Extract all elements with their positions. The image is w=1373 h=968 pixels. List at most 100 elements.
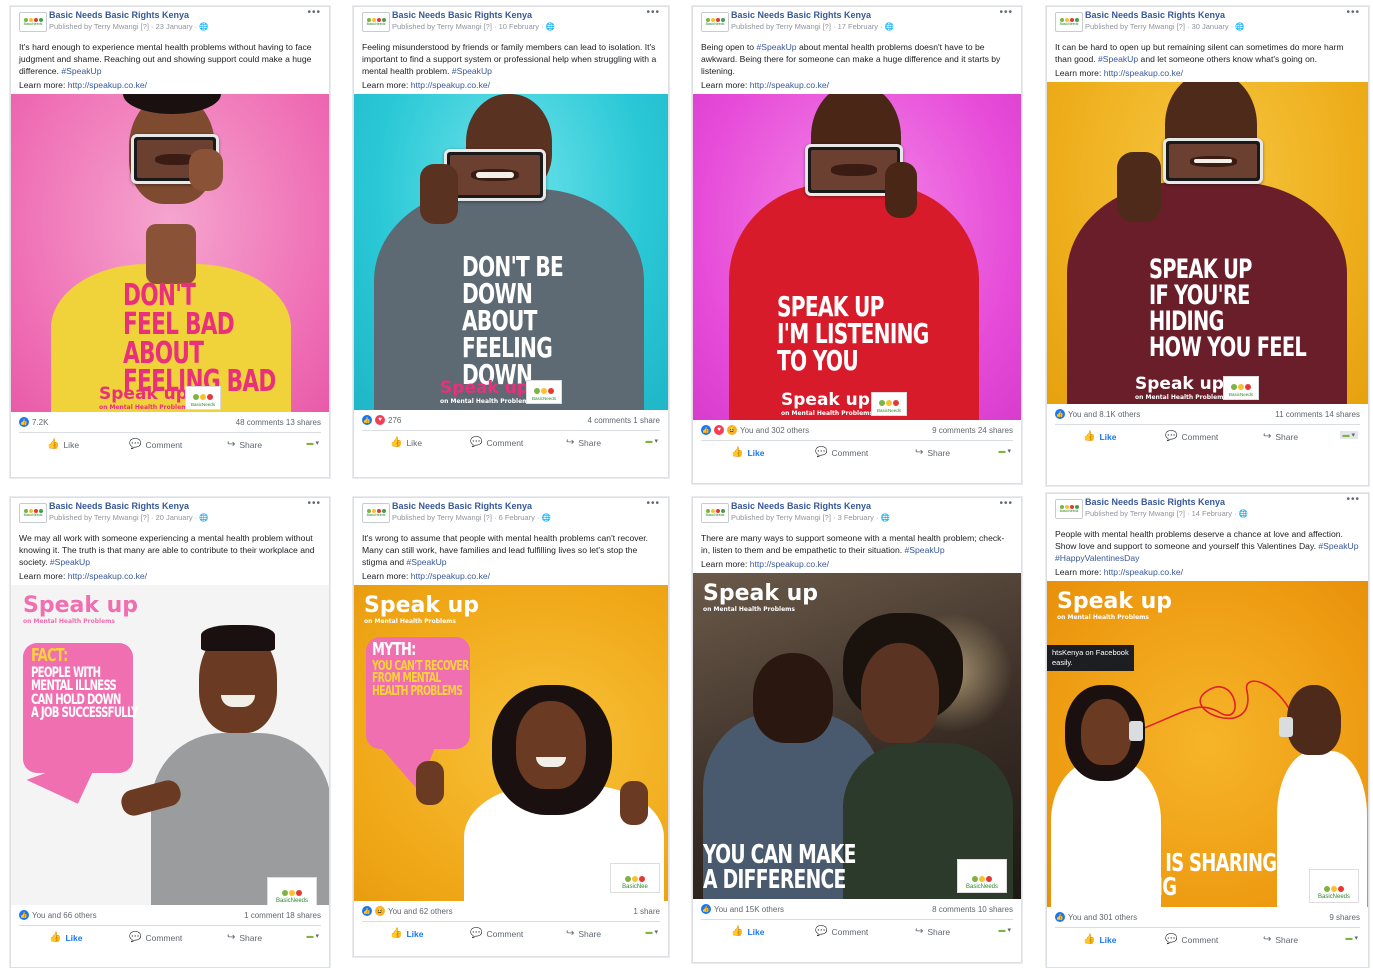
page-name-link[interactable]: Basic Needs Basic Rights Kenya bbox=[392, 10, 532, 20]
page-name-link[interactable]: Basic Needs Basic Rights Kenya bbox=[49, 10, 189, 20]
post-image[interactable]: Speak up on Mental Health Problems YOU CA… bbox=[693, 573, 1021, 899]
comment-button[interactable]: 💬 Comment bbox=[815, 926, 868, 937]
share-icon: ↪ bbox=[227, 439, 236, 450]
comments-shares[interactable]: 8 comments 10 shares bbox=[932, 905, 1013, 914]
comment-button[interactable]: 💬 Comment bbox=[129, 439, 182, 450]
post-meta: Published by Terry Mwangi [?] · 23 Janua… bbox=[49, 22, 209, 31]
page-name-link[interactable]: Basic Needs Basic Rights Kenya bbox=[731, 501, 871, 511]
more-options-icon[interactable]: ••• bbox=[307, 498, 321, 509]
page-name-link[interactable]: Basic Needs Basic Rights Kenya bbox=[49, 501, 189, 511]
hashtag-link[interactable]: #SpeakUp bbox=[902, 545, 945, 555]
page-avatar[interactable]: BasicNeeds bbox=[701, 503, 729, 523]
share-button[interactable]: ↪ Share bbox=[915, 926, 950, 937]
like-button[interactable]: 👍 Like bbox=[731, 447, 764, 458]
comments-shares[interactable]: 1 share bbox=[633, 907, 660, 916]
more-options-icon[interactable]: ••• bbox=[646, 498, 660, 509]
share-button[interactable]: ↪ Share bbox=[227, 439, 262, 450]
reactions-summary[interactable]: 👍 7.2K bbox=[19, 417, 48, 427]
post-image[interactable]: Speak up on Mental Health Problems FACT: … bbox=[11, 585, 329, 905]
comment-button[interactable]: 💬 Comment bbox=[1165, 431, 1218, 442]
share-button[interactable]: ↪ Share bbox=[1263, 934, 1298, 945]
learn-more-link[interactable]: http://speakup.co.ke/ bbox=[411, 571, 490, 581]
learn-more-link[interactable]: http://speakup.co.ke/ bbox=[750, 559, 829, 569]
like-button[interactable]: 👍 Like bbox=[390, 928, 423, 939]
share-button[interactable]: ↪ Share bbox=[227, 932, 262, 943]
comment-button[interactable]: 💬 Comment bbox=[1165, 934, 1218, 945]
hashtag-link[interactable]: #SpeakUp bbox=[449, 66, 492, 76]
learn-more-link[interactable]: http://speakup.co.ke/ bbox=[1104, 68, 1183, 78]
like-button[interactable]: 👍 Like bbox=[731, 926, 764, 937]
page-avatar[interactable]: BasicNeeds bbox=[362, 503, 390, 523]
page-chooser-dropdown[interactable]: ▬ ▾ bbox=[1346, 934, 1358, 942]
share-button[interactable]: ↪ Share bbox=[1263, 431, 1298, 442]
like-button[interactable]: 👍 Like bbox=[390, 437, 422, 448]
comments-shares[interactable]: 9 comments 24 shares bbox=[932, 426, 1013, 435]
share-button[interactable]: ↪ Share bbox=[566, 928, 601, 939]
comments-shares[interactable]: 4 comments 1 share bbox=[588, 416, 660, 425]
page-name-link[interactable]: Basic Needs Basic Rights Kenya bbox=[1085, 497, 1225, 507]
comments-shares[interactable]: 1 comment 18 shares bbox=[244, 911, 321, 920]
more-options-icon[interactable]: ••• bbox=[307, 7, 321, 18]
learn-more-link[interactable]: http://speakup.co.ke/ bbox=[750, 80, 829, 90]
comments-shares[interactable]: 9 shares bbox=[1329, 913, 1360, 922]
learn-more-link[interactable]: http://speakup.co.ke/ bbox=[68, 80, 147, 90]
reactions-summary[interactable]: 👍 😆 You and 62 others bbox=[362, 906, 453, 916]
hashtag-link[interactable]: #SpeakUp bbox=[756, 42, 796, 52]
avatar-logo-text: BasicNeeds bbox=[705, 22, 725, 26]
page-chooser-dropdown[interactable]: ▬ ▾ bbox=[999, 447, 1011, 455]
like-button[interactable]: 👍 Like bbox=[47, 439, 79, 450]
reactions-summary[interactable]: 👍 You and 66 others bbox=[19, 910, 97, 920]
page-chooser-dropdown[interactable]: ▬ ▾ bbox=[646, 928, 658, 936]
comments-shares[interactable]: 11 comments 14 shares bbox=[1275, 410, 1360, 419]
page-avatar[interactable]: BasicNeeds bbox=[19, 12, 47, 32]
comment-button[interactable]: 💬 Comment bbox=[815, 447, 868, 458]
page-chooser-dropdown[interactable]: ▬ ▾ bbox=[1339, 431, 1358, 439]
comment-button[interactable]: 💬 Comment bbox=[470, 437, 523, 448]
more-options-icon[interactable]: ••• bbox=[1346, 7, 1360, 18]
post-image[interactable]: DON'T FEEL BAD ABOUT FEELING BAD Speak u… bbox=[11, 94, 329, 412]
reactions-summary[interactable]: 👍 ♥ 😆 You and 302 others bbox=[701, 425, 809, 435]
page-chooser-dropdown[interactable]: ▬ ▾ bbox=[646, 437, 658, 445]
comments-shares[interactable]: 48 comments 13 shares bbox=[236, 418, 321, 427]
share-button[interactable]: ↪ Share bbox=[915, 447, 950, 458]
page-chooser-dropdown[interactable]: ▬ ▾ bbox=[307, 932, 319, 940]
page-avatar[interactable]: BasicNeeds bbox=[19, 503, 47, 523]
reactions-summary[interactable]: 👍 You and 301 others bbox=[1055, 912, 1137, 922]
learn-more-link[interactable]: http://speakup.co.ke/ bbox=[1104, 567, 1183, 577]
page-avatar[interactable]: BasicNeeds bbox=[1055, 499, 1083, 519]
page-name-link[interactable]: Basic Needs Basic Rights Kenya bbox=[731, 10, 871, 20]
page-avatar[interactable]: BasicNeeds bbox=[1055, 12, 1083, 32]
comment-button[interactable]: 💬 Comment bbox=[129, 932, 182, 943]
post-image[interactable]: DON'T BE DOWN ABOUT FEELING DOWN Speak u… bbox=[354, 94, 668, 410]
post-image[interactable]: SPEAK UP I'M LISTENING TO YOU Speak up on… bbox=[693, 94, 1021, 420]
hashtag-link[interactable]: #SpeakUp bbox=[1098, 54, 1138, 64]
post-image[interactable]: Speak up on Mental Health Problems MYTH: … bbox=[354, 585, 668, 901]
more-options-icon[interactable]: ••• bbox=[646, 7, 660, 18]
learn-more-link[interactable]: http://speakup.co.ke/ bbox=[411, 80, 490, 90]
reaction-count: You and 15K others bbox=[714, 904, 784, 914]
like-button[interactable]: 👍 Like bbox=[1083, 934, 1116, 945]
comment-button[interactable]: 💬 Comment bbox=[470, 928, 523, 939]
share-button[interactable]: ↪ Share bbox=[566, 437, 601, 448]
reactions-summary[interactable]: 👍 You and 15K others bbox=[701, 904, 784, 914]
page-chooser-dropdown[interactable]: ▬ ▾ bbox=[307, 439, 319, 447]
more-options-icon[interactable]: ••• bbox=[999, 7, 1013, 18]
page-avatar[interactable]: BasicNeeds bbox=[362, 12, 390, 32]
like-button[interactable]: 👍 Like bbox=[49, 932, 82, 943]
more-options-icon[interactable]: ••• bbox=[999, 498, 1013, 509]
page-chooser-dropdown[interactable]: ▬ ▾ bbox=[999, 926, 1011, 934]
hashtag-link[interactable]: #SpeakUp bbox=[404, 557, 446, 567]
page-name-link[interactable]: Basic Needs Basic Rights Kenya bbox=[1085, 10, 1225, 20]
hashtag-link[interactable]: #SpeakUp bbox=[48, 557, 90, 567]
post-image[interactable]: Speak up on Mental Health Problems htsKen… bbox=[1047, 581, 1368, 907]
more-options-icon[interactable]: ••• bbox=[1346, 494, 1360, 505]
like-button[interactable]: 👍 Like bbox=[1083, 431, 1116, 442]
page-name-link[interactable]: Basic Needs Basic Rights Kenya bbox=[392, 501, 532, 511]
poster-headline: PEOPLE WITH MENTAL ILLNESS CAN HOLD DOWN… bbox=[31, 665, 138, 722]
hashtag-link[interactable]: #SpeakUp bbox=[59, 66, 101, 76]
page-avatar[interactable]: BasicNeeds bbox=[701, 12, 729, 32]
reactions-summary[interactable]: 👍 ♥ 276 bbox=[362, 415, 401, 425]
learn-more-link[interactable]: http://speakup.co.ke/ bbox=[68, 571, 147, 581]
reactions-summary[interactable]: 👍 You and 8.1K others bbox=[1055, 409, 1140, 419]
post-image[interactable]: SPEAK UP IF YOU'RE HIDING HOW YOU FEEL S… bbox=[1047, 82, 1368, 404]
